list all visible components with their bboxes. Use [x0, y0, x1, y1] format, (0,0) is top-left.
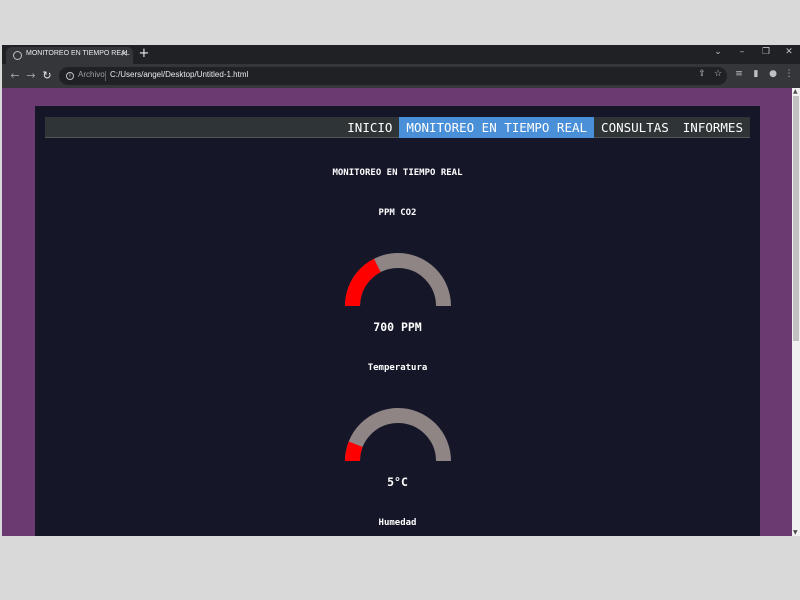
info-icon[interactable]: i	[66, 72, 74, 80]
minimize-icon[interactable]: –	[734, 47, 750, 57]
browser-tab[interactable]: MONITOREO EN TIEMPO REAL ×	[6, 47, 133, 64]
star-icon[interactable]: ☆	[712, 69, 724, 79]
temperature-gauge-track	[345, 408, 451, 461]
temperature-value: 5°C	[387, 475, 408, 489]
scroll-down-icon[interactable]: ▼	[793, 529, 798, 536]
humidity-gauge-title: Humedad	[378, 518, 417, 528]
co2-gauge-fill	[345, 258, 382, 306]
profile-icon[interactable]: ●	[767, 69, 779, 79]
page-title: MONITOREO EN TIEMPO REAL	[332, 168, 463, 178]
co2-value: 700 PPM	[373, 320, 422, 334]
divider	[105, 71, 106, 81]
temperature-gauge	[345, 408, 451, 461]
nav-menu: INICIO MONITOREO EN TIEMPO REAL CONSULTA…	[340, 117, 750, 138]
browser-window: MONITOREO EN TIEMPO REAL × + ⌄ – ❐ ✕ ← →…	[2, 45, 800, 536]
scrollbar-thumb[interactable]	[793, 96, 799, 341]
vertical-scrollbar[interactable]: ▲ ▼	[792, 88, 800, 536]
nav-item-consultas[interactable]: CONSULTAS	[594, 117, 676, 138]
nav-item-informes[interactable]: INFORMES	[676, 117, 750, 138]
temperature-gauge-title: Temperatura	[367, 363, 428, 373]
scroll-up-icon[interactable]: ▲	[793, 88, 798, 95]
tab-title: MONITOREO EN TIEMPO REAL	[26, 50, 130, 57]
globe-icon	[13, 51, 22, 60]
scheme-label: Archivo	[78, 70, 105, 79]
side-panel-icon[interactable]: ▮	[750, 69, 762, 79]
address-bar[interactable]: i Archivo C:/Users/angel/Desktop/Untitle…	[59, 67, 727, 85]
temperature-gauge-fill	[345, 441, 363, 461]
tab-strip: MONITOREO EN TIEMPO REAL × + ⌄ – ❐ ✕	[2, 45, 800, 64]
share-icon[interactable]: ⇪	[696, 69, 708, 79]
browser-toolbar: ← → ↻ i Archivo C:/Users/angel/Desktop/U…	[2, 64, 800, 88]
nav-item-inicio[interactable]: INICIO	[340, 117, 399, 138]
restore-icon[interactable]: ❐	[758, 47, 774, 57]
forward-icon[interactable]: →	[24, 68, 38, 84]
content-panel: INICIO MONITOREO EN TIEMPO REAL CONSULTA…	[35, 106, 760, 536]
co2-gauge-title: PPM CO2	[378, 208, 417, 218]
co2-gauge	[345, 253, 451, 306]
tab-close-icon[interactable]: ×	[120, 49, 128, 59]
reading-list-icon[interactable]: ≡	[733, 69, 745, 79]
page-viewport: INICIO MONITOREO EN TIEMPO REAL CONSULTA…	[2, 88, 792, 536]
tab-search-icon[interactable]: ⌄	[710, 47, 726, 57]
url-text[interactable]: C:/Users/angel/Desktop/Untitled-1.html	[110, 70, 248, 79]
close-window-icon[interactable]: ✕	[781, 47, 797, 57]
navigation-bar: INICIO MONITOREO EN TIEMPO REAL CONSULTA…	[45, 117, 750, 138]
back-icon[interactable]: ←	[8, 68, 22, 84]
menu-dots-icon[interactable]: ⋮	[783, 69, 795, 79]
new-tab-button[interactable]: +	[137, 46, 151, 62]
nav-item-monitoreo[interactable]: MONITOREO EN TIEMPO REAL	[399, 117, 595, 138]
reload-icon[interactable]: ↻	[40, 68, 54, 84]
